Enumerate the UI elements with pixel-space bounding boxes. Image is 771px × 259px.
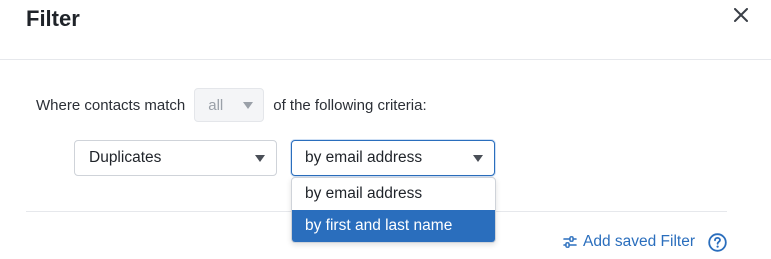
help-icon (708, 233, 727, 252)
dropdown-option-name[interactable]: by first and last name (292, 210, 495, 242)
field-select-value: Duplicates (89, 149, 162, 166)
close-button[interactable] (730, 4, 752, 26)
criteria-suffix-label: of the following criteria: (273, 96, 427, 114)
add-saved-filter-label: Add saved Filter (583, 233, 695, 250)
criteria-prefix-label: Where contacts match (36, 96, 186, 114)
dropdown-option-label: by email address (305, 185, 423, 202)
caret-down-icon (255, 154, 265, 162)
method-select[interactable]: by email address (291, 140, 495, 176)
dropdown-option-label: by first and last name (305, 217, 453, 234)
help-button[interactable] (708, 233, 727, 252)
dropdown-option-email[interactable]: by email address (292, 178, 495, 210)
criteria-row: Where contacts match all of the followin… (36, 88, 427, 122)
method-dropdown-menu: by email address by first and last name (291, 177, 496, 243)
field-select[interactable]: Duplicates (74, 140, 277, 176)
match-type-select[interactable]: all (194, 88, 265, 122)
header-divider (0, 59, 771, 60)
caret-down-icon (243, 101, 254, 109)
close-icon (734, 8, 748, 22)
method-select-value: by email address (305, 149, 423, 166)
sliders-icon (563, 236, 577, 248)
dialog-title: Filter (26, 6, 80, 31)
caret-down-icon (473, 154, 483, 162)
add-saved-filter-link[interactable]: Add saved Filter (563, 230, 695, 254)
match-type-value: all (208, 96, 224, 114)
